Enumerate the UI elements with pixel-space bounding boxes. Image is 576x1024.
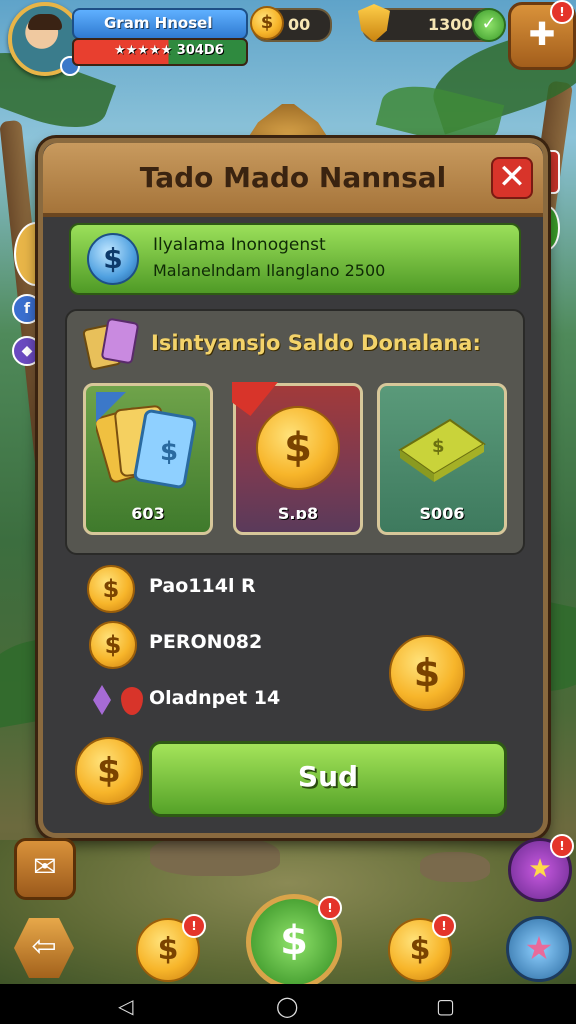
nav-back-icon[interactable]: ◁: [118, 994, 133, 1018]
coin-icon: $: [250, 6, 284, 40]
offer-title: Isintyansjo Saldo Donalana:: [151, 331, 481, 355]
reward-label-2: PERON082: [149, 631, 263, 653]
check-icon[interactable]: ✓: [472, 8, 506, 42]
hot-ribbon: [232, 382, 278, 416]
player-avatar[interactable]: [8, 2, 82, 76]
reward-row: Oladnpet 14: [87, 675, 387, 725]
coin-count: 00: [288, 15, 311, 34]
cards-icon: [83, 318, 139, 370]
notification-badge: !: [550, 0, 574, 24]
offer-tile-cards[interactable]: $ 603: [83, 383, 213, 535]
ruby-icon: [121, 687, 143, 715]
dollar-coin-icon: $: [89, 621, 137, 669]
player-name-bar: Gram Hnosel: [72, 8, 248, 40]
svg-text:$: $: [432, 436, 445, 457]
offer-price-2: S.ɒ8: [277, 504, 319, 523]
nav-home-icon[interactable]: ◯: [276, 994, 298, 1018]
avatar-hair: [28, 14, 62, 30]
dollar-coin-icon: $: [87, 565, 135, 613]
close-button[interactable]: ✕: [491, 157, 533, 199]
mail-icon: ✉: [33, 850, 57, 883]
back-icon: ⇦: [31, 929, 57, 964]
rock: [150, 836, 280, 876]
reward-row: $ Pao114l R: [87, 563, 387, 613]
shield-count: 1300: [428, 15, 473, 34]
gem-icon: [93, 685, 111, 715]
rock: [420, 852, 490, 882]
reward-label-3: Oladnpet 14: [149, 687, 281, 709]
xp-bar: ★★★★★ 304D6: [72, 38, 248, 66]
money-icon: $: [280, 918, 308, 964]
puzzle-icon: ✚: [528, 15, 556, 53]
player-name: Gram Hnosel: [104, 14, 213, 32]
reward-row: $ PERON082: [87, 619, 387, 669]
notification-badge: !: [182, 914, 206, 938]
notification-badge: !: [432, 914, 456, 938]
offer-panel: Isintyansjo Saldo Donalana: $ 603 $ S.ɒ8…: [65, 309, 525, 555]
modal-title: Tado Mado Nannsal: [139, 161, 447, 194]
notification-badge: !: [318, 896, 342, 920]
xp-text: ★★★★★ 304D6: [114, 43, 224, 58]
star-icon: ★: [528, 854, 552, 884]
banner-line-1: Ilyalama Inonogenst: [153, 235, 326, 255]
sud-button[interactable]: Sud: [149, 741, 507, 817]
favorites-button[interactable]: ★: [506, 916, 572, 982]
notification-badge: !: [550, 834, 574, 858]
svg-text:$: $: [160, 437, 178, 467]
banner-line-2: Malanelndam Ilanglano 2500: [153, 261, 386, 280]
card-stack-icon: $: [96, 392, 197, 489]
dollar-coin-icon: $: [256, 406, 340, 490]
close-icon: ✕: [497, 157, 527, 197]
info-banner[interactable]: $ Ilyalama Inonogenst Malanelndam Ilangl…: [69, 223, 521, 295]
offer-price-1: 603: [131, 504, 165, 523]
reward-label-1: Pao114l: [149, 575, 235, 597]
android-nav-bar: ◁ ◯ ▢: [0, 984, 576, 1024]
dollar-coin-icon: $: [75, 737, 143, 805]
modal-header: Tado Mado Nannsal ✕: [43, 143, 543, 217]
nav-recents-icon[interactable]: ▢: [436, 994, 455, 1018]
offer-tile-cash[interactable]: $ S006: [377, 383, 507, 535]
offer-tile-coin[interactable]: $ S.ɒ8: [232, 382, 363, 535]
star-icon: ★: [524, 929, 554, 967]
cash-stack-icon: $: [398, 418, 486, 482]
dollar-coin-icon: $: [389, 635, 465, 711]
mail-button[interactable]: ✉: [14, 838, 76, 900]
reward-extra-1: R: [241, 575, 256, 597]
offer-price-3: S006: [419, 504, 465, 523]
sud-button-label: Sud: [297, 760, 359, 793]
dollar-coin-icon: $: [87, 233, 139, 285]
offer-modal: Tado Mado Nannsal ✕ $ Ilyalama Inonogens…: [38, 138, 548, 838]
